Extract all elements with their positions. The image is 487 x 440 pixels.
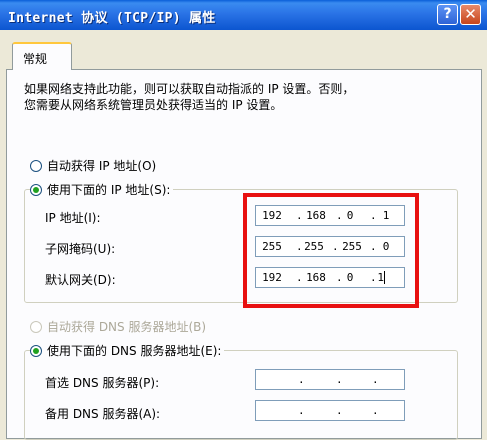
radio-auto-dns: [30, 320, 42, 333]
help-button[interactable]: ?: [437, 4, 458, 25]
octet-separator: .: [298, 404, 305, 417]
octet-separator: .: [372, 373, 379, 386]
radio-manual-dns-row[interactable]: 使用下面的 DNS 服务器地址(E):: [30, 342, 225, 359]
tab-general[interactable]: 常规: [12, 42, 72, 70]
subnet-mask-label: 子网掩码(U):: [45, 242, 116, 256]
close-button[interactable]: ✕: [460, 4, 481, 25]
description-line-2: 您需要从网络系统管理员处获得适当的 IP 设置。: [24, 98, 283, 112]
dns-settings-group: [24, 350, 458, 440]
ip-address-label: IP 地址(I):: [45, 211, 101, 225]
radio-auto-dns-label: 自动获得 DNS 服务器地址(B): [47, 320, 207, 334]
octet-separator: .: [336, 373, 343, 386]
radio-manual-dns[interactable]: [30, 344, 42, 357]
default-gateway-label: 默认网关(D):: [45, 273, 116, 287]
octet-separator: .: [372, 404, 379, 417]
radio-manual-ip-label: 使用下面的 IP 地址(S):: [47, 183, 171, 197]
radio-auto-ip-label: 自动获得 IP 地址(O): [47, 159, 157, 173]
octet-separator: .: [298, 373, 305, 386]
help-icon: ?: [443, 6, 452, 22]
radio-manual-ip[interactable]: [30, 183, 42, 196]
preferred-dns-input[interactable]: . . .: [255, 369, 405, 390]
tab-general-label: 常规: [23, 52, 48, 66]
description-line-1: 如果网络支持此功能，则可以获取自动指派的 IP 设置。否则，: [24, 82, 355, 96]
alternate-dns-input[interactable]: . . .: [255, 400, 405, 421]
radio-manual-dns-label: 使用下面的 DNS 服务器地址(E):: [47, 344, 222, 358]
radio-auto-ip[interactable]: [30, 159, 42, 172]
preferred-dns-label: 首选 DNS 服务器(P):: [45, 376, 160, 390]
highlight-frame: [243, 193, 419, 308]
title-bar: Internet 协议 (TCP/IP) 属性 ? ✕: [0, 0, 487, 30]
alternate-dns-label: 备用 DNS 服务器(A):: [45, 407, 161, 421]
radio-auto-dns-row: 自动获得 DNS 服务器地址(B): [30, 318, 206, 335]
description-text: 如果网络支持此功能，则可以获取自动指派的 IP 设置。否则， 您需要从网络系统管…: [24, 81, 464, 113]
octet-separator: .: [336, 404, 343, 417]
radio-manual-ip-row[interactable]: 使用下面的 IP 地址(S):: [30, 181, 174, 198]
radio-auto-ip-row[interactable]: 自动获得 IP 地址(O): [30, 157, 156, 174]
close-icon: ✕: [464, 5, 477, 23]
window-title: Internet 协议 (TCP/IP) 属性: [8, 11, 216, 26]
